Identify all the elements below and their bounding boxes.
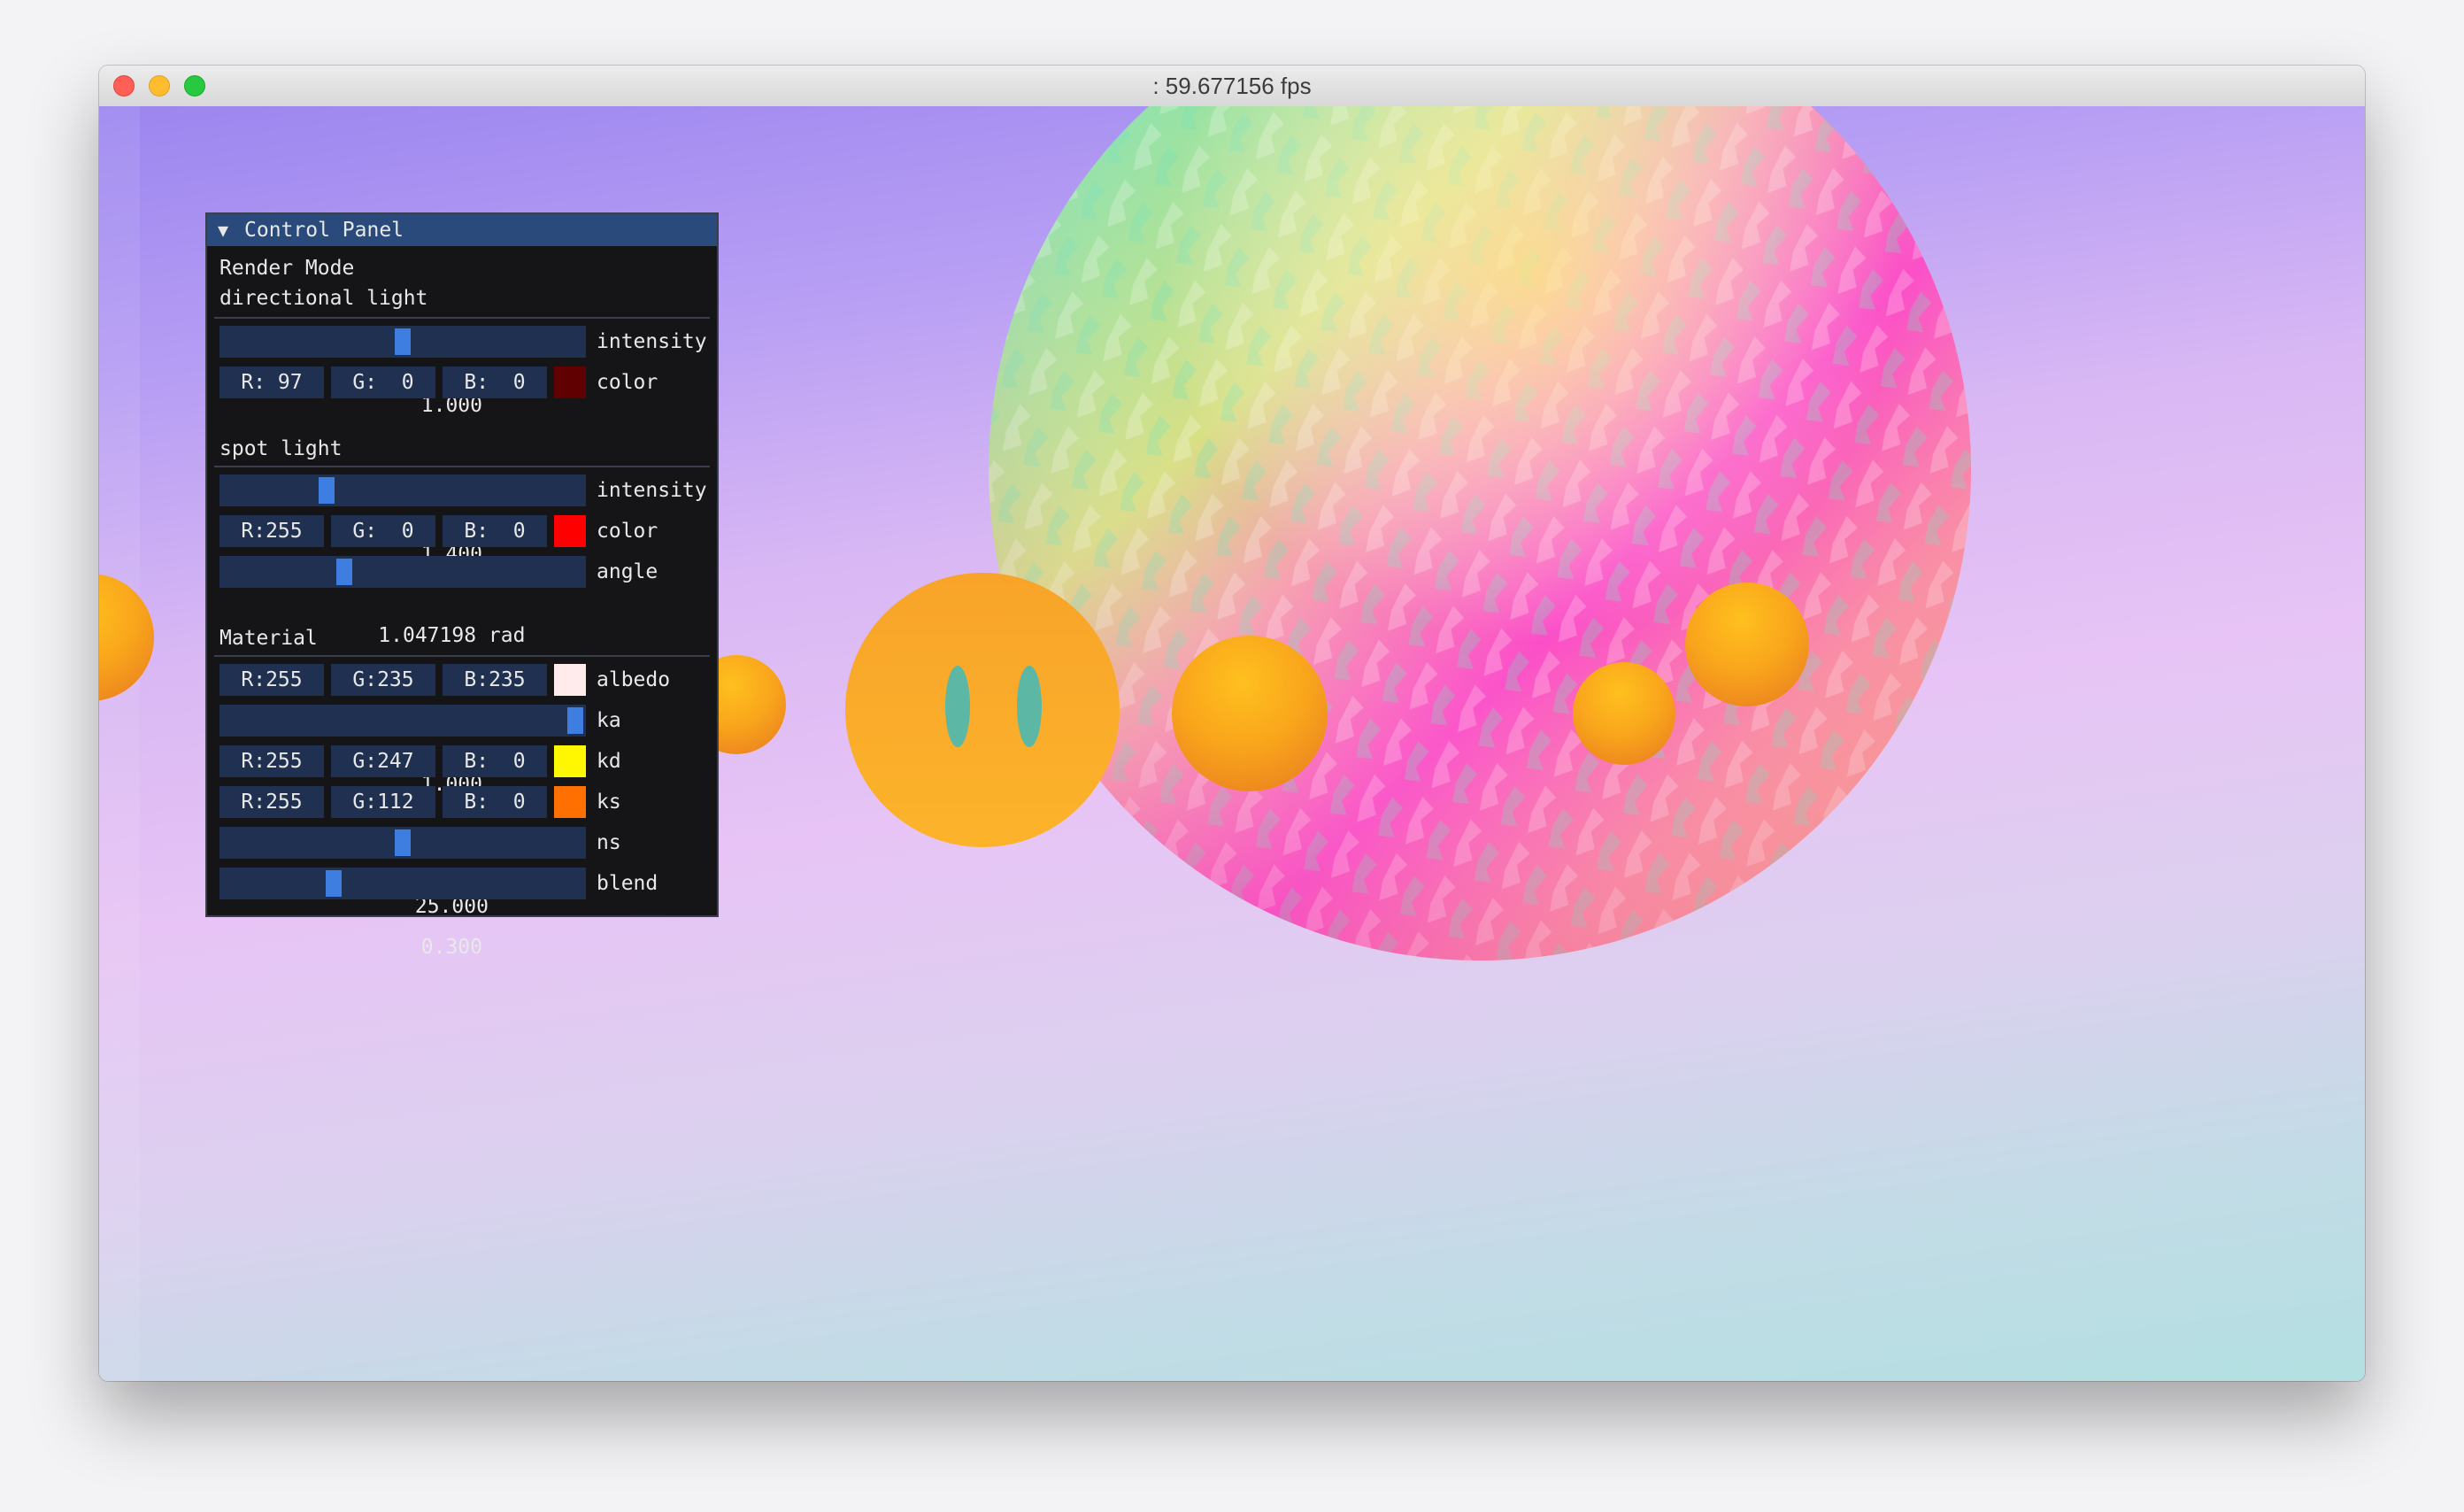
ks-r[interactable]: R:255 bbox=[219, 786, 324, 818]
kd-b[interactable]: B: 0 bbox=[443, 745, 547, 777]
ns-slider[interactable]: 25.000 bbox=[219, 827, 586, 918]
face-sphere bbox=[845, 573, 1120, 847]
kd-g[interactable]: G:247 bbox=[331, 745, 435, 777]
directional-color-label: color bbox=[597, 371, 658, 394]
ks-b[interactable]: B: 0 bbox=[443, 786, 547, 818]
app-window: : 59.677156 fps ▼ Control Panel Render M… bbox=[99, 66, 2365, 1381]
slider-grab[interactable] bbox=[326, 870, 342, 897]
albedo-b[interactable]: B:235 bbox=[443, 664, 547, 696]
ks-g[interactable]: G:112 bbox=[331, 786, 435, 818]
slider-grab[interactable] bbox=[395, 829, 411, 856]
spot-color-r[interactable]: R:255 bbox=[219, 515, 324, 547]
blend-slider[interactable]: 0.300 bbox=[219, 868, 586, 959]
sphere-right bbox=[1685, 582, 1809, 706]
directional-intensity-label: intensity bbox=[597, 330, 707, 353]
render-mode-label: Render Mode bbox=[219, 257, 355, 280]
large-patterned-sphere bbox=[989, 106, 1971, 960]
directional-color-b[interactable]: B: 0 bbox=[443, 366, 547, 398]
spot-intensity-label: intensity bbox=[597, 479, 707, 502]
directional-color-g[interactable]: G: 0 bbox=[331, 366, 435, 398]
spot-color-b[interactable]: B: 0 bbox=[443, 515, 547, 547]
left-edge-sphere bbox=[99, 574, 154, 701]
ka-label: ka bbox=[597, 709, 621, 732]
ks-swatch[interactable] bbox=[554, 786, 586, 818]
blend-label: blend bbox=[597, 872, 658, 895]
slider-grab[interactable] bbox=[336, 559, 352, 585]
albedo-r[interactable]: R:255 bbox=[219, 664, 324, 696]
separator bbox=[214, 466, 710, 467]
slider-grab[interactable] bbox=[567, 707, 583, 734]
kd-r[interactable]: R:255 bbox=[219, 745, 324, 777]
ns-label: ns bbox=[597, 831, 621, 854]
albedo-label: albedo bbox=[597, 668, 671, 691]
directional-color-r[interactable]: R: 97 bbox=[219, 366, 324, 398]
directional-color-swatch[interactable] bbox=[554, 366, 586, 398]
spot-angle-label: angle bbox=[597, 560, 658, 583]
spot-intensity-slider[interactable]: 1.400 bbox=[219, 474, 586, 566]
slider-grab[interactable] bbox=[395, 328, 411, 355]
slider-grab[interactable] bbox=[319, 477, 335, 504]
albedo-swatch[interactable] bbox=[554, 664, 586, 696]
spot-color-swatch[interactable] bbox=[554, 515, 586, 547]
material-header: Material bbox=[219, 627, 318, 650]
separator bbox=[214, 655, 710, 657]
sphere-center bbox=[1172, 636, 1328, 791]
title-bar: : 59.677156 fps bbox=[99, 66, 2365, 107]
directional-light-header: directional light bbox=[219, 287, 428, 310]
ka-slider[interactable]: 1.000 bbox=[219, 705, 586, 796]
albedo-g[interactable]: G:235 bbox=[331, 664, 435, 696]
window-title: : 59.677156 fps bbox=[1152, 73, 1312, 99]
sphere-right-small bbox=[1573, 662, 1675, 765]
spot-color-g[interactable]: G: 0 bbox=[331, 515, 435, 547]
render-viewport[interactable]: ▼ Control Panel Render Mode directional … bbox=[99, 106, 2365, 1381]
directional-intensity-slider[interactable]: 1.000 bbox=[219, 326, 586, 417]
control-panel-title: Control Panel bbox=[244, 219, 404, 242]
control-panel: ▼ Control Panel Render Mode directional … bbox=[205, 212, 719, 959]
right-eye bbox=[1017, 666, 1042, 747]
ks-label: ks bbox=[597, 791, 621, 814]
control-panel-title-bar[interactable]: ▼ Control Panel bbox=[207, 214, 717, 246]
spot-angle-slider[interactable]: 1.047198 rad bbox=[219, 556, 586, 647]
spot-color-label: color bbox=[597, 520, 658, 543]
separator bbox=[214, 317, 710, 319]
kd-swatch[interactable] bbox=[554, 745, 586, 777]
left-eye bbox=[945, 666, 970, 747]
spot-light-header: spot light bbox=[219, 437, 343, 460]
collapse-triangle-icon[interactable]: ▼ bbox=[218, 214, 228, 246]
kd-label: kd bbox=[597, 750, 621, 773]
